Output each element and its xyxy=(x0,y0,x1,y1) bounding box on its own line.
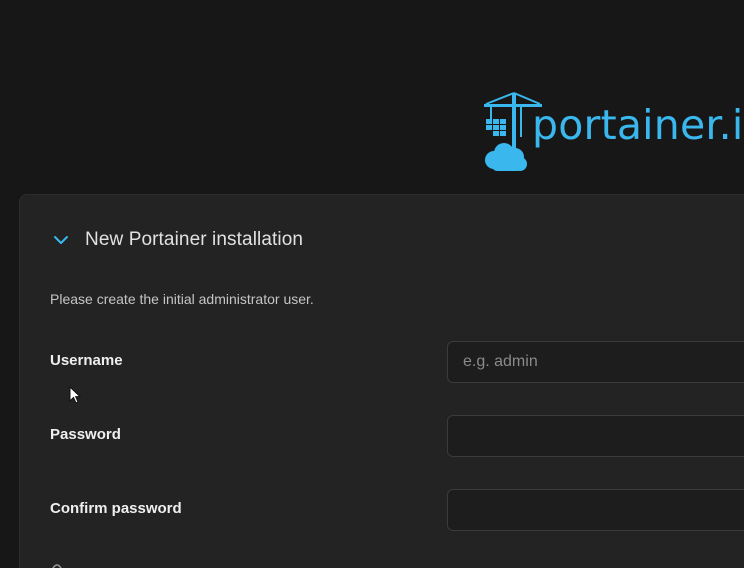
portainer-logo-text: portainer.io xyxy=(532,101,744,149)
username-label: Username xyxy=(50,352,123,369)
setup-intro-text: Please create the initial administrator … xyxy=(50,291,314,307)
confirm-password-input[interactable] xyxy=(447,489,744,531)
portainer-logo: portainer.io xyxy=(482,90,744,176)
partial-info-icon xyxy=(52,564,62,568)
password-input[interactable] xyxy=(447,415,744,457)
chevron-down-icon[interactable] xyxy=(51,230,71,250)
username-input[interactable] xyxy=(447,341,744,383)
setup-card-header: New Portainer installation xyxy=(51,223,303,257)
setup-card: New Portainer installation Please create… xyxy=(19,194,744,568)
password-label: Password xyxy=(50,426,121,443)
portainer-setup-page: portainer.io New Portainer installation … xyxy=(0,0,744,568)
confirm-password-label: Confirm password xyxy=(50,500,182,517)
mouse-cursor-icon xyxy=(69,386,81,404)
setup-card-title: New Portainer installation xyxy=(85,229,304,250)
